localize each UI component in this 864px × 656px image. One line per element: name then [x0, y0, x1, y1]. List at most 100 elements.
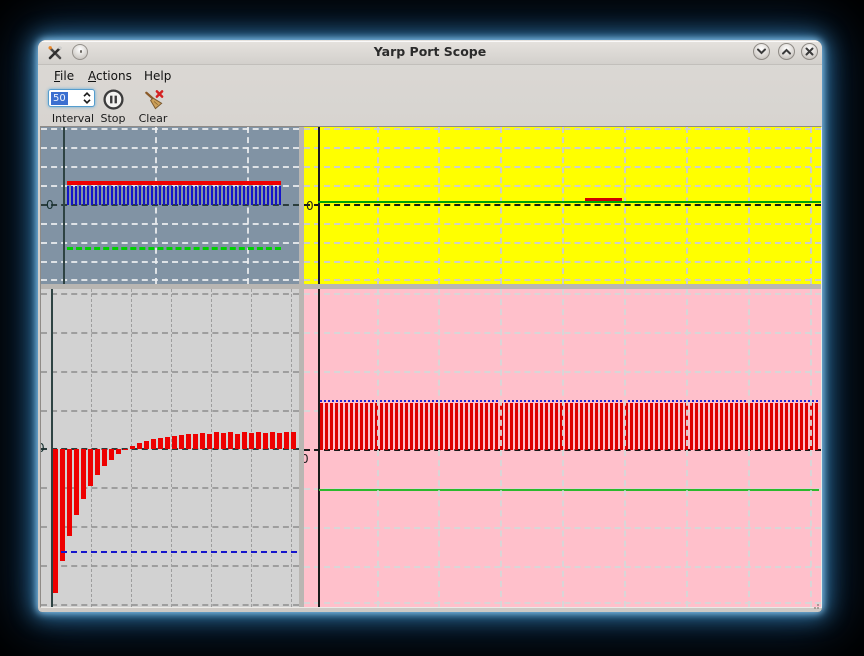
bar — [193, 434, 198, 449]
bar — [284, 432, 289, 449]
interval-spinbox[interactable]: 50 — [48, 89, 95, 107]
series-blue-dotted-line — [320, 400, 818, 402]
bar — [109, 449, 114, 460]
chevron-down-icon — [754, 44, 769, 59]
bar — [116, 449, 121, 454]
h-gridline — [41, 487, 299, 489]
zero-axis-label: 0 — [304, 452, 309, 466]
v-gridline — [377, 289, 379, 607]
bar — [214, 432, 219, 449]
h-gridline — [41, 166, 299, 168]
app-window: Yarp Port Scope File Actions Help — [38, 40, 822, 612]
bar — [256, 432, 261, 449]
v-gridline — [624, 289, 626, 607]
series-green-line — [319, 489, 819, 491]
bar — [228, 432, 233, 449]
bar — [151, 439, 156, 449]
plot-bottom-left: 0 — [41, 289, 299, 607]
bar — [88, 449, 93, 486]
h-gridline — [41, 526, 299, 528]
plot-top-left: 0 — [41, 127, 299, 284]
bar — [144, 441, 149, 449]
bar — [165, 437, 170, 449]
h-gridline — [41, 223, 299, 225]
broom-icon — [142, 88, 165, 111]
series-blue-dashed-line — [61, 551, 297, 553]
h-gridline — [41, 293, 299, 295]
menubar: File Actions Help — [38, 64, 822, 86]
zero-line — [304, 204, 821, 206]
h-gridline — [41, 242, 299, 244]
h-gridline — [41, 147, 299, 149]
bar — [60, 449, 65, 561]
zero-axis-label: 0 — [46, 198, 54, 212]
bar — [179, 435, 184, 449]
v-gridline — [686, 289, 688, 607]
h-gridline — [41, 261, 299, 263]
y-axis-line — [63, 127, 65, 284]
close-button[interactable] — [801, 43, 818, 60]
spinner-arrows-icon[interactable] — [82, 91, 92, 105]
bar — [200, 433, 205, 449]
v-gridline — [438, 289, 440, 607]
bar — [81, 449, 86, 499]
series-red-line — [67, 181, 281, 185]
bar — [270, 432, 275, 449]
h-gridline — [41, 565, 299, 567]
series-green-line — [67, 247, 281, 250]
bar — [95, 449, 100, 475]
maximize-button[interactable] — [778, 43, 795, 60]
bar — [249, 433, 254, 449]
bar — [74, 449, 79, 515]
bar — [207, 434, 212, 449]
bar — [186, 434, 191, 449]
plot-bottom-right: 0 — [304, 289, 821, 607]
series-red-segment — [585, 198, 622, 201]
h-gridline — [41, 332, 299, 334]
y-axis-line — [318, 127, 320, 284]
series-red-comb — [320, 403, 818, 450]
series-green-line — [318, 201, 821, 203]
bar — [158, 438, 163, 449]
interval-value: 50 — [51, 92, 68, 105]
pause-circle-icon — [102, 88, 125, 111]
close-icon — [802, 44, 817, 59]
v-gridline — [562, 289, 564, 607]
minimize-button[interactable] — [753, 43, 770, 60]
chevron-up-icon — [779, 44, 794, 59]
toolbar: 50 Interval Stop — [38, 86, 822, 126]
zero-axis-label: 0 — [41, 441, 45, 455]
titlebar[interactable]: Yarp Port Scope — [38, 40, 822, 65]
bar — [291, 432, 296, 449]
window-title: Yarp Port Scope — [38, 44, 822, 59]
bar — [221, 433, 226, 449]
h-gridline — [41, 128, 299, 130]
plot-top-right: 0 — [304, 127, 821, 284]
clear-button[interactable]: Clear — [133, 88, 173, 125]
interval-label: Interval — [52, 112, 94, 125]
v-gridline — [748, 289, 750, 607]
desktop-background: Yarp Port Scope File Actions Help — [0, 0, 864, 656]
bar — [172, 436, 177, 449]
bar — [242, 432, 247, 449]
menu-item-file[interactable]: File — [49, 68, 79, 84]
bar — [53, 449, 58, 593]
menu-item-help[interactable]: Help — [139, 68, 176, 84]
bar — [130, 446, 135, 449]
plot-grid: 0 0 0 0 — [40, 126, 822, 608]
v-gridline — [810, 289, 812, 607]
h-gridline — [41, 604, 299, 606]
bar — [235, 434, 240, 449]
bar — [137, 443, 142, 449]
stop-label: Stop — [100, 112, 125, 125]
series-blue-comb — [67, 186, 281, 205]
stop-button[interactable]: Stop — [94, 88, 132, 125]
bar — [263, 433, 268, 449]
h-gridline — [41, 410, 299, 412]
h-gridline — [41, 371, 299, 373]
zero-axis-label: 0 — [306, 199, 314, 213]
menu-item-actions[interactable]: Actions — [83, 68, 137, 84]
bar — [277, 433, 282, 449]
clear-label: Clear — [139, 112, 168, 125]
bar — [67, 449, 72, 536]
